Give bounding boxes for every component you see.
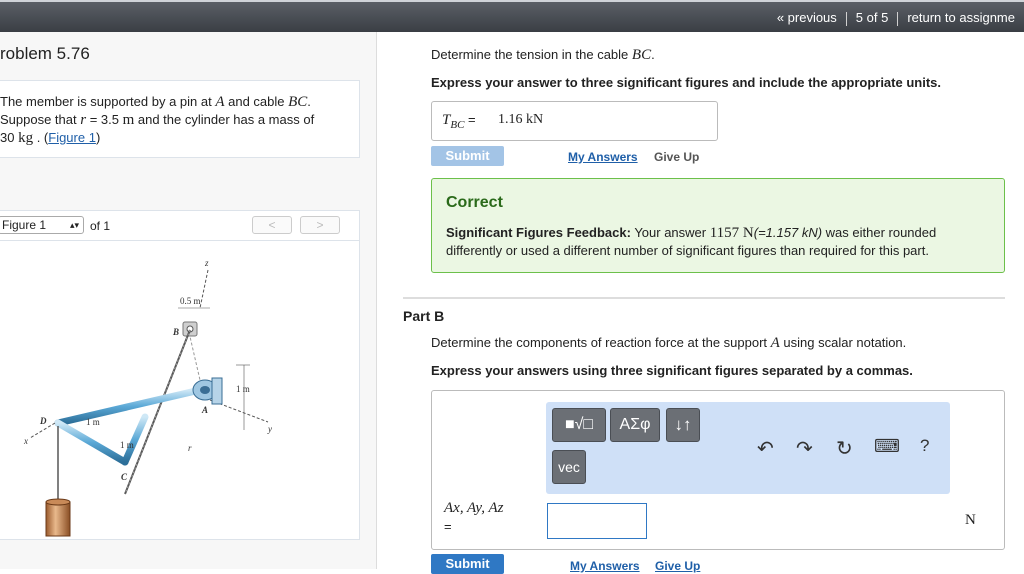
statement-text: Suppose that — [0, 112, 81, 127]
mechanics-figure: z 0.5 m B 1 m y A 1 m 1 m D C r x — [23, 258, 272, 537]
label-x: x — [23, 436, 28, 446]
submit-button[interactable]: Submit — [431, 146, 504, 166]
part-a-answer-box[interactable]: TBC = 1.16 kN — [431, 101, 718, 141]
cylinder-mass — [45, 501, 71, 537]
feedback-text-part: was either rounded — [822, 225, 937, 240]
undo-icon[interactable]: ↶ — [757, 436, 774, 461]
part-b-give-up-link[interactable]: Give Up — [655, 559, 700, 573]
label-b: B — [172, 327, 179, 337]
answer-value: 1.16 kN — [498, 112, 544, 127]
answer-input[interactable] — [547, 503, 647, 539]
part-b-answer-area: ■√□ ΑΣφ ↓↑ vec ↶ ↷ ↻ ⌨ ? Ax, Ay, Az = N — [431, 390, 1005, 550]
figure-select-value: Figure 1 — [2, 218, 47, 232]
previous-link[interactable]: « previous — [768, 10, 846, 25]
label-d: D — [39, 416, 47, 426]
equals-sign: = — [444, 519, 452, 534]
problem-statement: The member is supported by a pin at A an… — [0, 80, 360, 158]
statement-text: The member is supported by a pin at — [0, 94, 216, 109]
math-editor-toolbar: ■√□ ΑΣφ ↓↑ vec ↶ ↷ ↻ ⌨ ? — [546, 402, 950, 494]
answer-label: TBC = — [442, 111, 476, 131]
statement-text: ) — [95, 130, 101, 145]
top-nav-bar: « previous 5 of 5 return to assignme — [0, 0, 1024, 32]
label-dim-1m-b: 1 m — [120, 440, 134, 450]
label-dim-1m-vertical: 1 m — [236, 384, 250, 394]
part-a-question: Determine the tension in the cable BC. — [431, 47, 655, 64]
keyboard-icon[interactable]: ⌨ — [874, 436, 900, 457]
select-arrows-icon: ▴▾ — [69, 220, 79, 230]
math-a: A — [215, 94, 225, 110]
question-text: Determine the components of reaction for… — [431, 335, 771, 350]
figure-select[interactable]: Figure 1 ▴▾ — [0, 216, 84, 234]
greek-button[interactable]: ΑΣφ — [610, 408, 660, 442]
math-a: A — [770, 335, 780, 351]
vec-button[interactable]: vec — [552, 450, 586, 484]
label-a: A — [201, 405, 208, 415]
label-y: y — [267, 424, 272, 434]
question-text: . — [651, 47, 655, 62]
statement-text: . — [307, 94, 311, 109]
feedback-converted: (=1.157 kN) — [753, 225, 823, 240]
prev-figure-button[interactable]: < — [252, 216, 292, 234]
templates-button[interactable]: ■√□ — [552, 408, 606, 442]
part-b-instruction: Express your answers using three signifi… — [431, 363, 913, 378]
give-up-link[interactable]: Give Up — [654, 150, 699, 164]
answer-label: Ax, Ay, Az — [444, 499, 503, 517]
sort-button[interactable]: ↓↑ — [666, 408, 700, 442]
correct-feedback: Correct Significant Figures Feedback: Yo… — [431, 178, 1005, 273]
feedback-text: Significant Figures Feedback: Your answe… — [446, 224, 991, 259]
unit-kg: kg — [18, 130, 34, 146]
label-c: C — [121, 472, 128, 482]
math-sub-bc: BC — [450, 119, 465, 132]
part-divider — [403, 297, 1005, 299]
feedback-value: 1157 N — [709, 225, 754, 241]
my-answers-link[interactable]: My Answers — [568, 150, 638, 164]
part-a-instruction: Express your answer to three significant… — [431, 75, 941, 90]
question-text: using scalar notation. — [779, 335, 907, 350]
question-text: Determine the tension in the cable — [431, 47, 632, 62]
label-dim-1m-a: 1 m — [86, 417, 100, 427]
statement-text: . ( — [33, 130, 49, 145]
label-dim-05: 0.5 m — [180, 296, 201, 306]
answer-unit: N — [965, 512, 976, 528]
figure-link[interactable]: Figure 1 — [48, 130, 96, 145]
statement-text: and cable — [224, 94, 289, 109]
member-arm-dc — [54, 419, 129, 466]
unit-m: m — [122, 112, 135, 128]
position-indicator: 5 of 5 — [855, 10, 889, 25]
part-b-my-answers-link[interactable]: My Answers — [570, 559, 640, 573]
part-b-submit-button[interactable]: Submit — [431, 554, 504, 574]
problem-title: roblem 5.76 — [0, 44, 90, 63]
figure-toolbar: Figure 1 ▴▾ of 1 < > — [0, 211, 359, 241]
statement-text: = 3.5 — [86, 112, 123, 127]
part-b-title: Part B — [403, 308, 445, 324]
return-to-assignment-link[interactable]: return to assignme — [898, 10, 1024, 25]
feedback-label: Significant Figures Feedback: — [446, 225, 631, 240]
feedback-title: Correct — [446, 194, 503, 211]
part-b-question: Determine the components of reaction for… — [431, 335, 906, 352]
reset-icon[interactable]: ↻ — [836, 436, 853, 461]
help-icon[interactable]: ? — [920, 436, 929, 456]
math-axyz: Ax, Ay, Az — [444, 500, 504, 516]
label-z: z — [204, 258, 209, 268]
redo-icon[interactable]: ↷ — [796, 436, 813, 461]
equals-sign: = — [464, 112, 476, 127]
feedback-text-part: differently or used a different number o… — [446, 243, 929, 258]
math-bc: BC — [288, 94, 308, 110]
statement-text: and the cylinder has a mass of — [134, 112, 315, 127]
statement-text: 30 — [0, 130, 19, 145]
math-bc: BC — [631, 47, 652, 63]
feedback-text-part: Your answer — [630, 225, 710, 240]
z-axis — [199, 269, 209, 309]
next-figure-button[interactable]: > — [300, 216, 340, 234]
figure-count: of 1 — [90, 219, 111, 233]
member-rod — [54, 386, 204, 427]
problem-panel: roblem 5.76 The member is supported by a… — [0, 32, 377, 569]
question-panel: Determine the tension in the cable BC. E… — [377, 32, 1024, 574]
label-r: r — [188, 443, 192, 453]
figure-panel: Figure 1 ▴▾ of 1 < > z 0.5 m B 1 m y A 1… — [0, 210, 360, 540]
assignment-nav: « previous 5 of 5 return to assignme — [768, 10, 1024, 26]
